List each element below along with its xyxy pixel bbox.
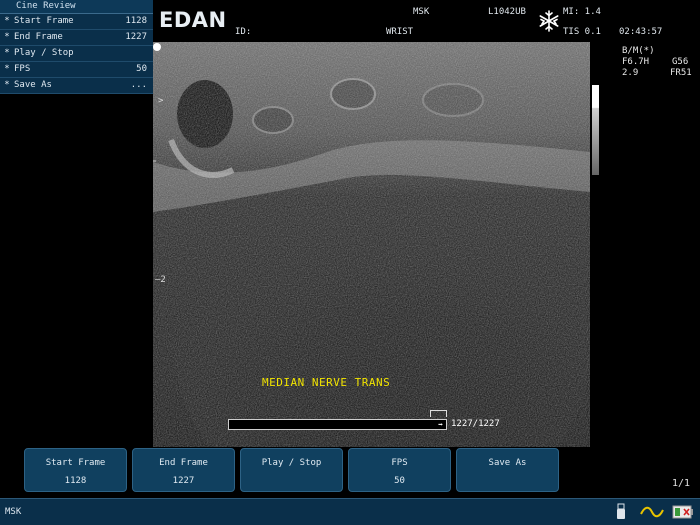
focus-marker: > bbox=[158, 96, 164, 106]
probe-name: L1042UB bbox=[488, 7, 526, 17]
menu-item-end-frame[interactable]: * End Frame 1227 bbox=[0, 30, 153, 46]
menu-item-fps[interactable]: * FPS 50 bbox=[0, 62, 153, 78]
softkey-label: FPS bbox=[391, 458, 408, 468]
frame-rate-value: FR51 bbox=[670, 68, 692, 78]
menu-item-value: ... bbox=[130, 80, 147, 90]
frequency-value: F6.7H bbox=[622, 57, 650, 67]
header-bar: EDAN ID: MSK WRIST L1042UB MI: 1.4 TIS 0… bbox=[153, 0, 700, 42]
softkey-value bbox=[241, 476, 342, 488]
menu-item-value: 50 bbox=[136, 64, 147, 74]
menu-item-play-stop[interactable]: * Play / Stop bbox=[0, 46, 153, 62]
depth-scale-marker: –2 bbox=[155, 275, 166, 285]
depth-scale-value: 2 bbox=[160, 275, 166, 285]
menu-item-start-frame[interactable]: * Start Frame 1128 bbox=[0, 14, 153, 30]
status-exam: MSK bbox=[5, 507, 22, 517]
page-indicator[interactable]: 1/1 bbox=[672, 478, 690, 489]
clock-time: 02:43:57 bbox=[619, 27, 663, 37]
exam-type: MSK bbox=[413, 7, 430, 17]
menu-item-label: Start Frame bbox=[14, 16, 74, 26]
cine-frame-count: 1227/1227 bbox=[451, 419, 500, 429]
menu-marker: * bbox=[4, 16, 10, 26]
imaging-mode: B/M(*) bbox=[622, 46, 655, 56]
cine-review-menu: Cine Review * Start Frame 1128 * End Fra… bbox=[0, 0, 154, 94]
menu-item-label: FPS bbox=[14, 64, 31, 74]
softkey-label: End Frame bbox=[159, 458, 208, 468]
softkey-value: 50 bbox=[394, 476, 405, 486]
cine-progress-bar[interactable] bbox=[228, 419, 447, 430]
softkey-fps[interactable]: FPS 50 bbox=[348, 448, 451, 492]
annotation-text[interactable]: MEDIAN NERVE TRANS bbox=[262, 376, 390, 389]
usb-icon bbox=[617, 503, 625, 519]
menu-marker: * bbox=[4, 48, 10, 58]
status-bar: MSK bbox=[0, 498, 700, 525]
mi-value: MI: 1.4 bbox=[563, 7, 601, 17]
softkey-save-as[interactable]: Save As bbox=[456, 448, 559, 492]
tis-value: TIS 0.1 bbox=[563, 27, 601, 37]
menu-item-value bbox=[107, 46, 153, 61]
depth-value: 2.9 bbox=[622, 68, 639, 78]
cine-range-bracket bbox=[430, 410, 447, 417]
menu-item-label: Play / Stop bbox=[14, 48, 74, 58]
softkey-value: 1227 bbox=[172, 476, 195, 486]
softkey-play-stop[interactable]: Play / Stop bbox=[240, 448, 343, 492]
edan-logo: EDAN bbox=[159, 8, 227, 32]
battery-icon bbox=[672, 505, 693, 519]
menu-item-value: 1227 bbox=[125, 32, 147, 42]
grayscale-bar bbox=[592, 85, 599, 175]
snowflake-icon bbox=[539, 10, 559, 32]
softkey-end-frame[interactable]: End Frame 1227 bbox=[132, 448, 235, 492]
cine-position-handle[interactable]: ➡ bbox=[436, 420, 445, 429]
menu-marker: * bbox=[4, 32, 10, 42]
menu-item-label: Save As bbox=[14, 80, 52, 90]
wave-icon bbox=[640, 506, 664, 518]
patient-id-label: ID: bbox=[235, 27, 252, 37]
menu-marker: * bbox=[4, 80, 10, 90]
softkey-label: Start Frame bbox=[45, 458, 106, 468]
preset-name: WRIST bbox=[386, 27, 414, 37]
softkey-value bbox=[457, 476, 558, 488]
cine-review-title: Cine Review bbox=[0, 0, 153, 14]
softkey-start-frame[interactable]: Start Frame 1128 bbox=[24, 448, 127, 492]
menu-item-save-as[interactable]: * Save As ... bbox=[0, 78, 153, 94]
softkey-value: 1128 bbox=[64, 476, 87, 486]
menu-item-value: 1128 bbox=[125, 16, 147, 26]
gain-value: G56 bbox=[672, 57, 689, 67]
menu-item-label: End Frame bbox=[14, 32, 63, 42]
softkey-label: Play / Stop bbox=[261, 458, 322, 468]
softkey-label: Save As bbox=[488, 458, 527, 468]
menu-marker: * bbox=[4, 64, 10, 74]
